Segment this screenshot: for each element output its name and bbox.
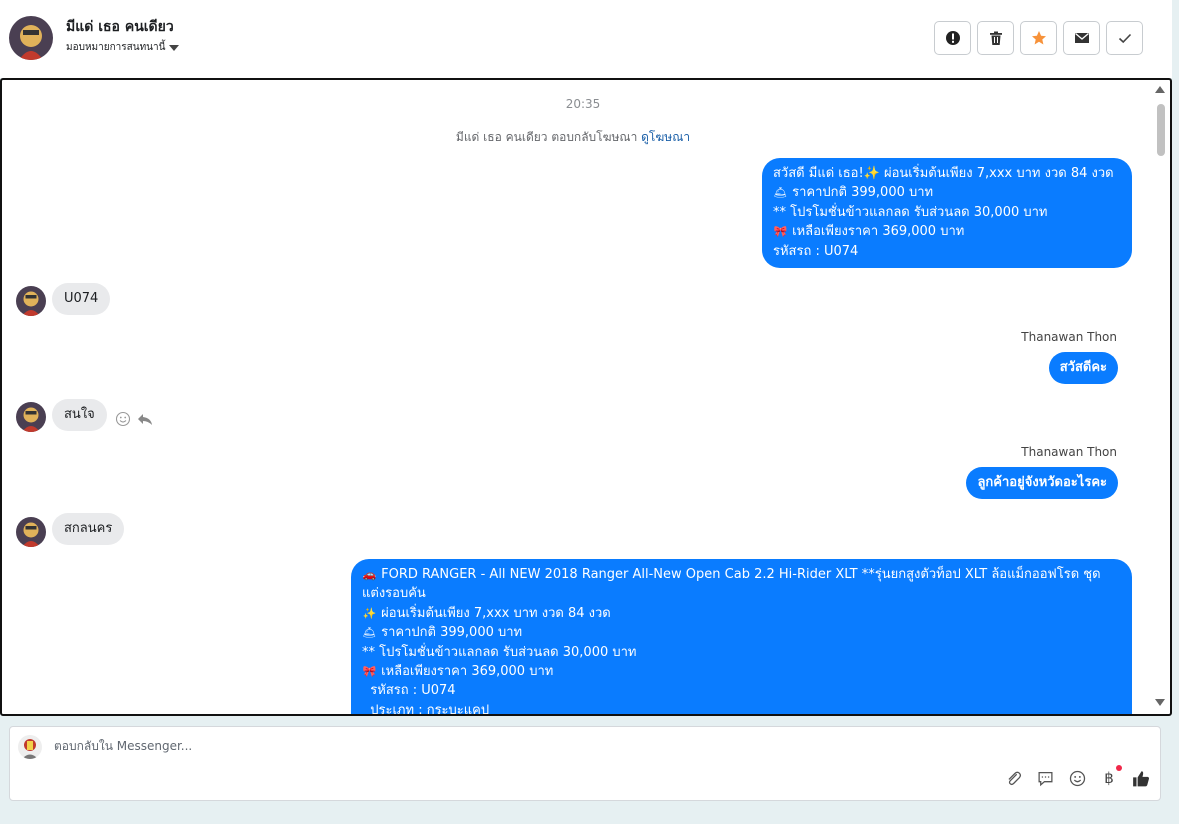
outgoing-message[interactable]: ลูกค้าอยู่จังหวัดอะไรคะ — [966, 467, 1118, 499]
message-line-text: FORD RANGER - All NEW 2018 Ranger All-Ne… — [381, 567, 1101, 582]
thumbs-up-icon — [1133, 770, 1150, 786]
message-line: ✨ ผ่อนเริ่มต้นเพียง 7,xxx บาท งวด 84 งวด — [362, 604, 1121, 623]
mark-unread-button[interactable] — [1063, 21, 1100, 55]
outgoing-message[interactable]: 🚗 FORD RANGER - All NEW 2018 Ranger All-… — [351, 559, 1132, 716]
message-line: รหัสรถ : U074 — [773, 242, 1121, 261]
car-icon: 🚗 — [362, 568, 377, 581]
page-avatar — [18, 735, 42, 759]
sender-name: Thanawan Thon — [1021, 330, 1117, 344]
envelope-icon — [1074, 33, 1089, 43]
mark-spam-button[interactable] — [934, 21, 971, 55]
message-line: 🎀 เหลือเพียงราคา 369,000 บาท — [362, 662, 1121, 681]
message-line: 🛎 ราคาปกติ 399,000 บาท — [773, 183, 1121, 202]
like-button[interactable] — [1132, 769, 1150, 787]
bell-icon: 🛎 — [362, 626, 377, 640]
star-icon — [1031, 31, 1046, 45]
message-line-text: ผ่อนเริ่มต้นเพียง 7,xxx บาท งวด 84 งวด — [381, 605, 611, 621]
ad-reply-notice: มีแด่ เธอ คนเดียว ตอบกลับโฆษณา ดูโฆษณา — [2, 128, 1144, 147]
paperclip-icon — [1007, 771, 1021, 785]
ribbon-icon: 🎀 — [773, 225, 788, 239]
outgoing-message[interactable]: สวัสดี มีแด่ เธอ!✨ ผ่อนเริ่มต้นเพียง 7,x… — [762, 158, 1132, 268]
ad-reply-text: มีแด่ เธอ คนเดียว ตอบกลับโฆษณา — [455, 130, 638, 144]
message-line-text: เหลือเพียงราคา 369,000 บาท — [381, 664, 554, 680]
message-line-text: รหัสรถ : U074 — [362, 683, 456, 699]
message-text: สวัสดีคะ — [1059, 360, 1107, 375]
incoming-message[interactable]: สกลนคร — [52, 513, 125, 545]
sparkles-icon: ✨ — [362, 606, 377, 620]
mark-done-button[interactable] — [1106, 21, 1143, 55]
notification-dot — [1116, 765, 1122, 771]
incoming-message[interactable]: สนใจ — [52, 399, 107, 431]
message-line: รหัสรถ : U074 — [362, 681, 1121, 700]
delete-button[interactable] — [977, 21, 1014, 55]
message-line-text: สวัสดี มีแด่ เธอ!✨ ผ่อนเริ่มต้นเพียง 7,x… — [773, 166, 1114, 181]
view-ad-link[interactable]: ดูโฆษณา — [641, 130, 690, 144]
message-line: ประเภท : กระบะแคป — [362, 701, 1121, 716]
scroll-up-arrow-icon[interactable] — [1155, 86, 1165, 93]
react-smiley-icon[interactable] — [115, 411, 131, 427]
sender-name: Thanawan Thon — [1021, 445, 1117, 459]
message-thread[interactable]: 20:35 มีแด่ เธอ คนเดียว ตอบกลับโฆษณา ดูโ… — [0, 78, 1172, 716]
message-line: 🚗 FORD RANGER - All NEW 2018 Ranger All-… — [362, 565, 1121, 584]
reply-composer: ฿ — [9, 726, 1161, 801]
message-line-text: เหลือเพียงราคา 369,000 บาท — [792, 224, 965, 240]
message-line: ** โปรโมชั่นข้าวแลกลด รับส่วนลด 30,000 บ… — [362, 643, 1121, 662]
assign-conversation-dropdown[interactable]: มอบหมายการสนทนานี้ — [66, 40, 180, 55]
message-line-text: ** โปรโมชั่นข้าวแลกลด รับส่วนลด 30,000 บ… — [362, 644, 637, 660]
star-button[interactable] — [1020, 21, 1057, 55]
message-line-text: ราคาปกติ 399,000 บาท — [792, 185, 934, 201]
reply-icon[interactable] — [137, 411, 153, 427]
message-actions — [115, 411, 153, 427]
message-line-text: แต่งรอบคัน — [362, 586, 426, 602]
composer-actions: ฿ — [1004, 765, 1150, 787]
alert-icon — [945, 31, 960, 45]
emoji-button[interactable] — [1068, 769, 1086, 787]
ribbon-icon: 🎀 — [362, 665, 377, 679]
message-line: แต่งรอบคัน — [362, 584, 1121, 603]
contact-avatar[interactable] — [9, 16, 53, 60]
incoming-message[interactable]: U074 — [52, 283, 111, 315]
message-line: สวัสดี มีแด่ เธอ!✨ ผ่อนเริ่มต้นเพียง 7,x… — [773, 164, 1121, 183]
conversation-toolbar — [934, 21, 1143, 55]
thread-scrollbar[interactable] — [1155, 80, 1168, 714]
baht-icon: ฿ — [1104, 769, 1114, 787]
caret-down-icon — [169, 45, 180, 51]
message-line-text: ประเภท : กระบะแคป — [362, 702, 490, 716]
outgoing-message[interactable]: สวัสดีคะ — [1048, 352, 1118, 384]
contact-avatar-small — [16, 517, 46, 547]
message-line: ** โปรโมชั่นข้าวแลกลด รับส่วนลด 30,000 บ… — [773, 203, 1121, 222]
assign-label: มอบหมายการสนทนานี้ — [66, 42, 166, 53]
message-timestamp: 20:35 — [565, 97, 601, 111]
message-line: 🛎 ราคาปกติ 399,000 บาท — [362, 623, 1121, 642]
scroll-thumb[interactable] — [1157, 104, 1165, 156]
contact-name: มีแด่ เธอ คนเดียว — [66, 19, 174, 35]
contact-avatar-small — [16, 402, 46, 432]
contact-avatar-small — [16, 286, 46, 316]
payment-button[interactable]: ฿ — [1100, 765, 1122, 787]
chat-bubble-icon — [1037, 771, 1053, 786]
message-text: ลูกค้าอยู่จังหวัดอะไรคะ — [977, 475, 1107, 490]
smiley-icon — [1069, 770, 1085, 786]
bell-icon: 🛎 — [773, 186, 788, 200]
message-line-text: รหัสรถ : U074 — [773, 243, 859, 259]
conversation-header: มีแด่ เธอ คนเดียว มอบหมายการสนทนานี้ — [0, 0, 1172, 78]
saved-replies-button[interactable] — [1036, 769, 1054, 787]
message-line-text: ** โปรโมชั่นข้าวแลกลด รับส่วนลด 30,000 บ… — [773, 204, 1048, 220]
message-line: 🎀 เหลือเพียงราคา 369,000 บาท — [773, 222, 1121, 241]
check-icon — [1118, 33, 1131, 44]
reply-input[interactable] — [54, 739, 954, 753]
scroll-down-arrow-icon[interactable] — [1155, 699, 1165, 706]
message-line-text: ราคาปกติ 399,000 บาท — [381, 625, 523, 641]
attach-button[interactable] — [1004, 769, 1022, 787]
trash-icon — [989, 31, 1002, 45]
